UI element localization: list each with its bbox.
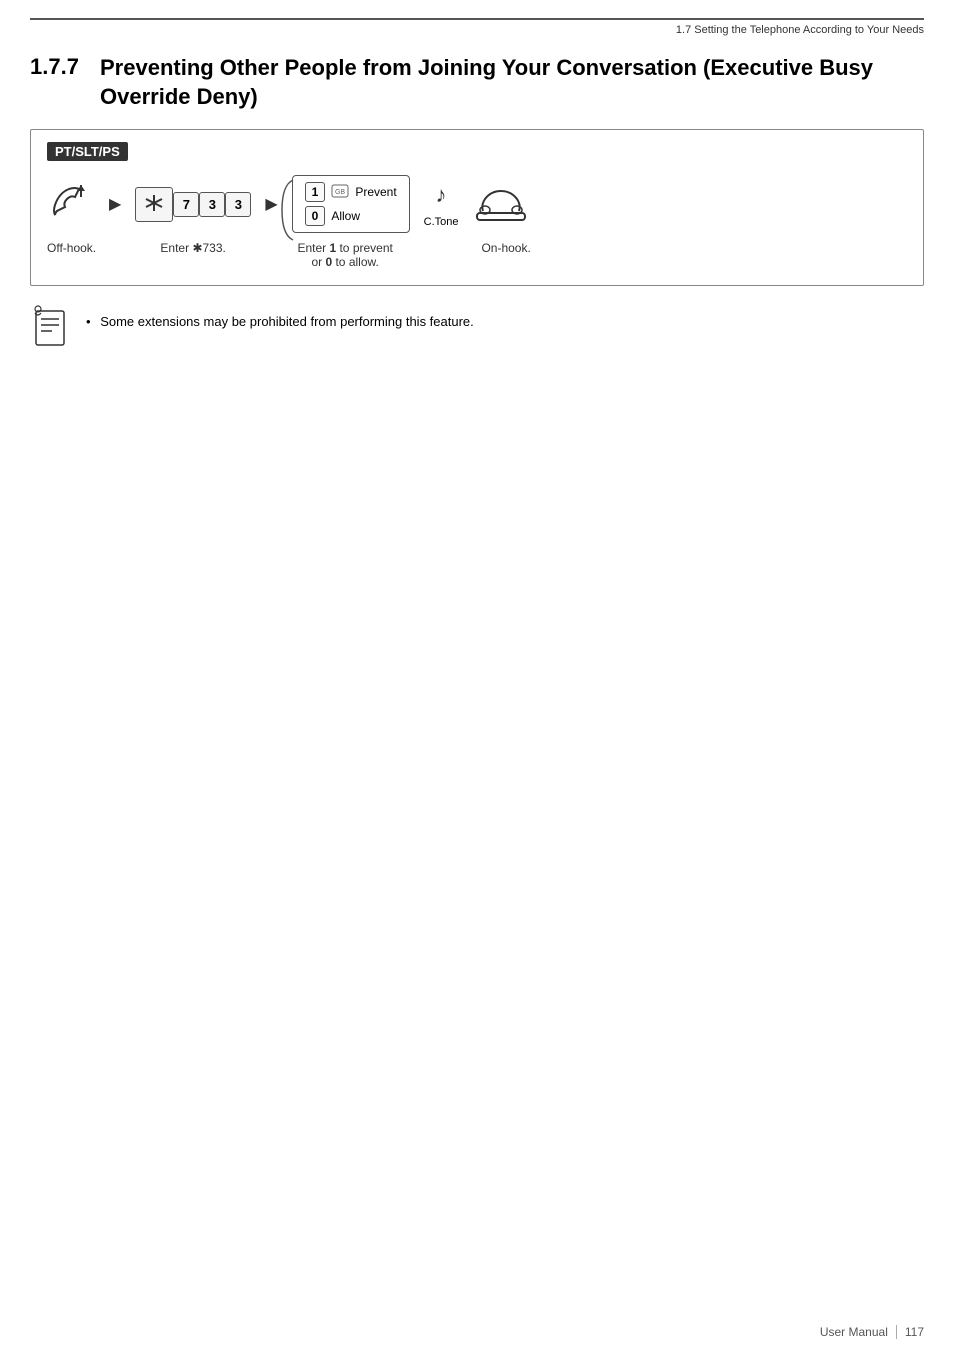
key-1: 1 <box>305 182 326 202</box>
svg-text:♪: ♪ <box>436 182 447 207</box>
section-number: 1.7.7 <box>30 54 100 80</box>
footer: User Manual 117 <box>820 1325 924 1339</box>
key-7: 7 <box>173 192 199 217</box>
note-text: Some extensions may be prohibited from p… <box>100 310 474 329</box>
choice-container: 1 GB Prevent 0 Allow <box>292 175 410 233</box>
key-sequence: 7 3 3 <box>135 187 251 222</box>
procedure-diagram: PT/SLT/PS ▶ <box>30 129 924 286</box>
section-title-block: 1.7.7 Preventing Other People from Joini… <box>30 54 924 111</box>
flow-row: ▶ 7 3 3 ▶ <box>47 175 907 233</box>
choice-prevent: 1 GB Prevent <box>305 182 397 202</box>
main-section: 1.7.7 Preventing Other People from Joini… <box>30 54 924 348</box>
ctone-container: ♪ C.Tone <box>424 180 459 228</box>
label-choice: Enter 1 to preventor 0 to allow. <box>290 241 400 269</box>
labels-row: Off-hook. Enter ✱733. Enter 1 to prevent… <box>47 241 907 269</box>
arrow-2: ▶ <box>265 194 277 214</box>
key-0: 0 <box>305 206 326 226</box>
allow-label: Allow <box>331 209 360 223</box>
arrow-1: ▶ <box>109 194 121 214</box>
note-section: • Some extensions may be prohibited from… <box>30 304 924 348</box>
prevent-label: Prevent <box>355 185 396 199</box>
ctone-label: C.Tone <box>424 216 459 228</box>
label-key-sequence: Enter ✱733. <box>138 241 248 255</box>
section-heading: Preventing Other People from Joining You… <box>100 54 924 111</box>
label-off-hook: Off-hook. <box>47 241 96 255</box>
key-3b: 3 <box>225 192 251 217</box>
bracket-left-icon <box>278 175 298 245</box>
choice-allow: 0 Allow <box>305 206 397 226</box>
svg-text:GB: GB <box>335 189 345 196</box>
device-label: PT/SLT/PS <box>47 142 128 161</box>
choice-box: 1 GB Prevent 0 Allow <box>292 175 410 233</box>
key-star <box>135 187 173 222</box>
bullet: • <box>86 314 91 329</box>
off-hook-icon <box>47 180 95 228</box>
label-on-hook: On-hook. <box>478 241 534 255</box>
footer-page: 117 <box>905 1325 924 1339</box>
note-text-container: • Some extensions may be prohibited from… <box>86 304 474 329</box>
key-3a: 3 <box>199 192 225 217</box>
ctone-icon: ♪ <box>427 180 455 214</box>
note-icon <box>30 304 74 348</box>
on-hook-icon <box>473 185 529 223</box>
dtmf-icon: GB <box>331 184 349 201</box>
footer-divider <box>896 1325 897 1339</box>
footer-label: User Manual <box>820 1325 888 1339</box>
section-reference: 1.7 Setting the Telephone According to Y… <box>30 18 924 36</box>
